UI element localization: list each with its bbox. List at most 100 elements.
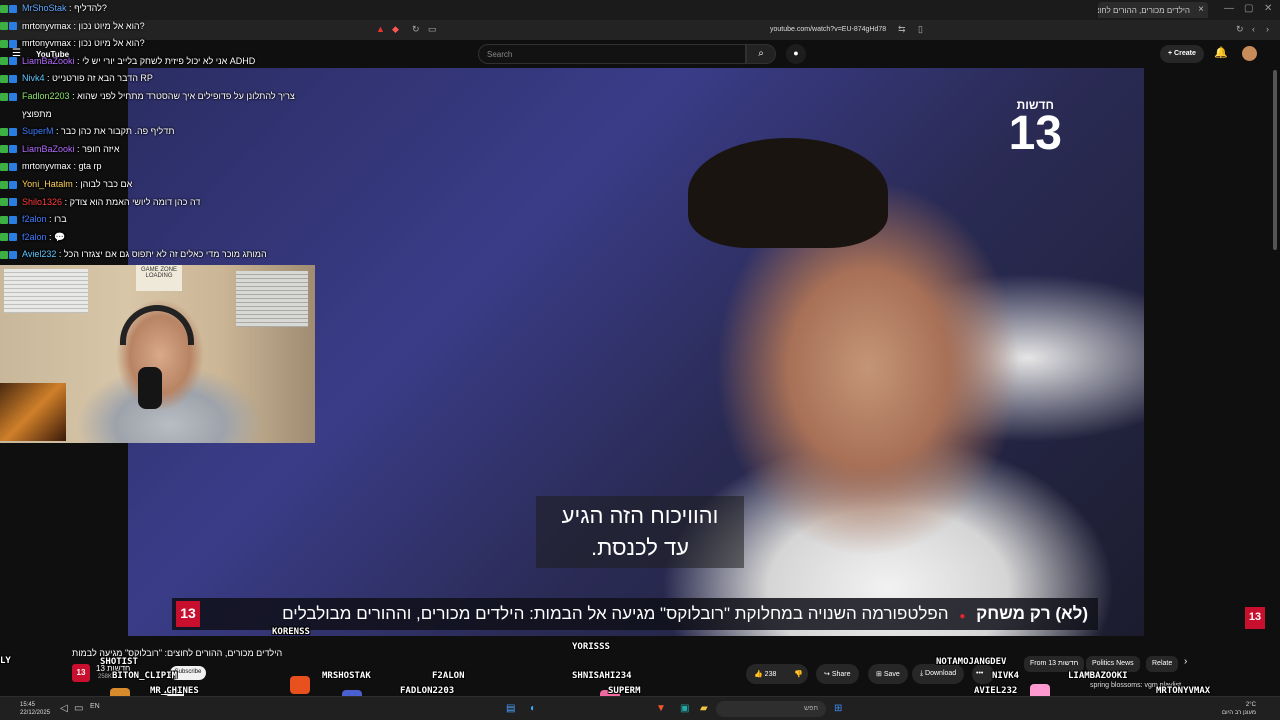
chat-username[interactable]: Aviel232 — [22, 249, 56, 259]
dislike-icon[interactable]: 👎 — [786, 664, 808, 684]
chat-username[interactable]: f2alon — [22, 214, 47, 224]
download-button[interactable]: ⤓ Download — [912, 664, 965, 684]
badge-icon — [9, 145, 17, 154]
search-icon[interactable]: ⌕ — [746, 44, 776, 64]
chat-message: Fadlon2203 : צריך להתלונן על פדופילים אי… — [0, 91, 310, 109]
chat-message: Aviel232 : המותג מוכר מדי כאלים זה לא ית… — [0, 249, 310, 267]
headphones-icon — [120, 305, 194, 345]
chat-username[interactable]: SuperM — [22, 126, 54, 136]
taskbar-search[interactable]: חפש — [716, 701, 826, 717]
minimize-button[interactable]: — — [1224, 3, 1234, 14]
chat-username[interactable]: MrShoStak — [22, 3, 67, 13]
chat-username[interactable]: mrtonyvmax — [22, 21, 71, 31]
clock: 15:45 22/12/2025 — [20, 701, 50, 717]
volume-icon[interactable]: ◁ — [60, 703, 68, 714]
close-window-button[interactable]: ✕ — [1264, 3, 1272, 14]
chat-username[interactable]: Yoni_Hatalm — [22, 179, 73, 189]
share-icon[interactable]: ↻ — [412, 24, 420, 35]
language-indicator[interactable]: EN — [90, 703, 100, 710]
window-blind-right — [236, 271, 308, 327]
chat-text: : דה כהן דומה ליושי האמת הוא צודק — [64, 196, 201, 207]
brave-icon[interactable]: ▼ — [656, 703, 666, 714]
address-bar[interactable]: youtube.com/watch?v=EU-874gHd78 — [770, 23, 930, 37]
chip-from-channel[interactable]: From 13 חדשות — [1024, 656, 1085, 672]
badge-icon — [0, 162, 8, 171]
more-actions-button[interactable]: ••• — [972, 664, 994, 684]
files-icon[interactable]: ▤ — [506, 703, 515, 714]
network-icon[interactable]: ▭ — [74, 703, 83, 714]
mic-icon[interactable]: ● — [786, 44, 806, 64]
chat-username[interactable]: mrtonyvmax — [22, 38, 71, 48]
chevron-right-icon[interactable]: › — [1184, 656, 1187, 667]
translate-icon[interactable]: ⇆ — [898, 24, 906, 35]
maximize-button[interactable]: ▢ — [1244, 3, 1253, 14]
badge-icon — [0, 57, 8, 66]
chat-message: Yoni_Hatalm : אם כבר לבוהן — [0, 179, 310, 197]
account-avatar[interactable] — [1242, 46, 1257, 61]
clock-date: 22/12/2025 — [20, 710, 51, 716]
picture-in-picture-icon[interactable]: ▭ — [428, 24, 437, 35]
brave-shield-icon[interactable]: ◆ — [392, 24, 399, 35]
like-count: 238 — [764, 671, 777, 678]
chat-message: Shilo1326 : דה כהן דומה ליושי האמת הוא צ… — [0, 197, 310, 215]
chat-message: מתפוצץ — [0, 109, 310, 127]
save-button[interactable]: ⊞ Save — [868, 664, 908, 684]
badge-icon — [9, 198, 17, 207]
page-scrollbar[interactable] — [1273, 70, 1277, 250]
chat-badges — [0, 126, 22, 136]
ticker-logo: 13 — [176, 601, 200, 627]
badge-icon — [0, 4, 8, 13]
folder-icon[interactable]: ▰ — [700, 703, 708, 714]
store-icon[interactable]: ▣ — [680, 703, 689, 714]
tab-close-icon[interactable]: × — [1198, 4, 1204, 15]
game-player-name: KORENSS — [272, 627, 310, 637]
video-subtitle: והוויכוח הזה הגיע עד לכנסת. — [536, 496, 744, 568]
chat-username[interactable]: Shilo1326 — [22, 197, 62, 207]
extension-icon[interactable]: ▲ — [376, 24, 385, 34]
weather[interactable]: 2°C מעונן רב היום — [1206, 701, 1256, 717]
forward-icon[interactable]: › — [1266, 24, 1269, 34]
share-label: Share — [831, 671, 851, 678]
weather-temp: 2°C — [1245, 702, 1256, 708]
chat-username[interactable]: LiamBaZooki — [22, 56, 75, 66]
share-button[interactable]: ↪ Share — [816, 664, 859, 684]
channel-watermark[interactable]: 13 — [1245, 607, 1265, 629]
create-button[interactable]: + Create — [1160, 45, 1204, 63]
edge-icon[interactable]: ◐ — [530, 703, 536, 714]
badge-icon — [0, 22, 8, 31]
start-icon[interactable]: ⊞ — [834, 703, 842, 714]
channel-avatar[interactable]: 13 — [72, 664, 90, 682]
person-hair — [688, 138, 888, 248]
game-player-name: SHNISAHI234 — [572, 671, 632, 681]
search-input[interactable]: Search — [478, 44, 746, 64]
chat-username[interactable]: Nivk4 — [22, 73, 45, 83]
chat-username[interactable]: mrtonyvmax — [22, 161, 71, 171]
chip-politics-news[interactable]: Politics News — [1086, 656, 1140, 672]
badge-icon — [0, 180, 8, 189]
chip-related[interactable]: Relate — [1146, 656, 1179, 672]
chat-badges — [0, 197, 22, 207]
bookmark-icon[interactable]: ▯ — [918, 24, 923, 35]
browser-tab[interactable]: הילדים מכורים, ההורים לחוצים × — [1098, 2, 1208, 18]
chat-badges — [0, 56, 22, 66]
chat-username[interactable]: Fadlon2203 — [22, 91, 70, 101]
taskbar: 15:45 22/12/2025 ◁ ▭ EN ▤ ◐ ▼ ▣ ▰ חפש ⊞ … — [0, 696, 1280, 720]
back-icon[interactable]: ‹ — [1252, 24, 1255, 34]
ticker-label: (לא) רק משחק — [976, 604, 1088, 623]
microphone-icon — [138, 367, 162, 409]
badge-icon — [9, 75, 17, 83]
save-label: Save — [883, 671, 900, 678]
chat-username[interactable]: LiamBaZooki — [22, 144, 75, 154]
chat-message: mrtonyvmax : gta rp — [0, 161, 310, 179]
chat-message: f2alon : ברו — [0, 214, 310, 232]
game-player-name: F2ALON — [432, 671, 465, 681]
badge-icon — [0, 250, 8, 259]
chat-text: : 💬 — [49, 231, 66, 242]
bell-icon[interactable]: 🔔 — [1214, 46, 1228, 59]
chat-text: : צריך להתלונן על פדופילים איך שהסטרד מת… — [72, 90, 295, 101]
download-label: Download — [925, 670, 957, 677]
chat-badges — [0, 38, 22, 48]
game-player-name: MRSHOSTAK — [322, 671, 371, 681]
reload-icon[interactable]: ↻ — [1236, 24, 1244, 35]
chat-username[interactable]: f2alon — [22, 232, 47, 242]
